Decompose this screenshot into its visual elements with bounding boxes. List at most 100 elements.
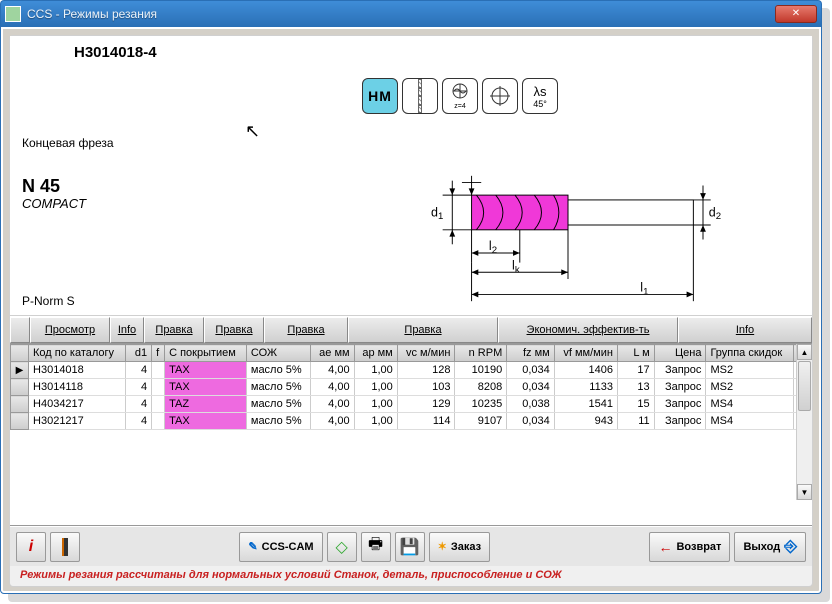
efficiency-button[interactable]: Экономич. эффектив-ть xyxy=(498,317,678,343)
cell-fz: 0,034 xyxy=(507,379,554,396)
cell-ap: 1,00 xyxy=(354,413,397,430)
cell-ae: 4,00 xyxy=(311,413,354,430)
cell-f xyxy=(152,379,165,396)
cell-ap: 1,00 xyxy=(354,396,397,413)
tool-diagram: d1 d2 l2 lk xyxy=(418,171,718,306)
print-button[interactable]: 🖶 xyxy=(361,532,391,562)
cursor-icon: ↖ xyxy=(245,121,260,142)
cell-vc: 129 xyxy=(397,396,455,413)
cell-L: 15 xyxy=(617,396,654,413)
cell-f xyxy=(152,362,165,379)
norm-label: P-Norm S xyxy=(22,294,75,308)
scroll-thumb[interactable] xyxy=(798,361,811,411)
cell-L: 17 xyxy=(617,362,654,379)
edit-button-4[interactable]: Правка xyxy=(348,317,498,343)
toolbar: i ✎CCS-CAM ◇ 🖶 💾 ✶Заказ ←Возврат Выход⎆ xyxy=(10,526,812,566)
cell-ae: 4,00 xyxy=(311,379,354,396)
cell-group: MS4 xyxy=(706,396,793,413)
col-f[interactable]: f xyxy=(152,345,165,362)
product-id: H3014018-4 xyxy=(74,44,798,61)
helix-angle: 45° xyxy=(533,99,547,109)
cell-d1: 4 xyxy=(126,379,152,396)
vertical-scrollbar[interactable]: ▲ ▼ xyxy=(796,344,812,500)
icon-row: HM z=4 λs 45° xyxy=(362,78,558,114)
cell-vc: 103 xyxy=(397,379,455,396)
scroll-down-button[interactable]: ▼ xyxy=(797,484,812,500)
col-d1[interactable]: d1 xyxy=(126,345,152,362)
data-table-wrap: Код по каталогу d1 f С покрытием СОЖ ae … xyxy=(10,344,812,526)
document-button[interactable]: ◇ xyxy=(327,532,357,562)
info-button[interactable]: Info xyxy=(110,317,144,343)
cell-vf: 1541 xyxy=(554,396,617,413)
close-button[interactable]: ✕ xyxy=(775,5,817,23)
back-button[interactable]: ←Возврат xyxy=(649,532,730,562)
cell-n: 10190 xyxy=(455,362,507,379)
scroll-up-button[interactable]: ▲ xyxy=(797,344,812,360)
about-button[interactable]: i xyxy=(16,532,46,562)
cell-ae: 4,00 xyxy=(311,362,354,379)
edit-button-1[interactable]: Правка xyxy=(144,317,204,343)
cell-ap: 1,00 xyxy=(354,379,397,396)
cell-fz: 0,034 xyxy=(507,413,554,430)
cell-code: H3014018 xyxy=(29,362,126,379)
ccs-cam-button[interactable]: ✎CCS-CAM xyxy=(239,532,322,562)
cell-cool: масло 5% xyxy=(246,379,311,396)
col-n[interactable]: n RPM xyxy=(455,345,507,362)
col-ae[interactable]: ae мм xyxy=(311,345,354,362)
col-L[interactable]: L м xyxy=(617,345,654,362)
col-vf[interactable]: vf мм/мин xyxy=(554,345,617,362)
z-count: z=4 xyxy=(454,103,465,110)
cell-price: Запрос xyxy=(654,396,706,413)
cell-coat: TAX xyxy=(165,413,247,430)
window-title: CCS - Режимы резания xyxy=(27,7,775,21)
col-vc[interactable]: vc м/мин xyxy=(397,345,455,362)
content: H3014018-4 ↖ HM z=4 λs 45° xyxy=(9,35,813,587)
cell-d1: 4 xyxy=(126,362,152,379)
cell-ae: 4,00 xyxy=(311,396,354,413)
table-row[interactable]: H40342174TAZмасло 5%4,001,00129102350,03… xyxy=(11,396,812,413)
row-header-gap xyxy=(10,317,30,343)
col-code[interactable]: Код по каталогу xyxy=(29,345,126,362)
cell-cool: масло 5% xyxy=(246,362,311,379)
info-panel: H3014018-4 ↖ HM z=4 λs 45° xyxy=(10,36,812,316)
helix-icon: λs 45° xyxy=(522,78,558,114)
col-price[interactable]: Цена xyxy=(654,345,706,362)
row-selector[interactable] xyxy=(11,413,29,430)
data-table: Код по каталогу d1 f С покрытием СОЖ ae … xyxy=(10,344,812,430)
table-row[interactable]: H30141184TAXмасло 5%4,001,0010382080,034… xyxy=(11,379,812,396)
col-ap[interactable]: ap мм xyxy=(354,345,397,362)
col-group[interactable]: Группа скидок xyxy=(706,345,793,362)
cell-price: Запрос xyxy=(654,379,706,396)
cell-group: MS2 xyxy=(706,362,793,379)
table-row[interactable]: ▶H30140184TAXмасло 5%4,001,00128101900,0… xyxy=(11,362,812,379)
cell-f xyxy=(152,396,165,413)
cell-coat: TAZ xyxy=(165,396,247,413)
catalog-button[interactable] xyxy=(50,532,80,562)
save-button[interactable]: 💾 xyxy=(395,532,425,562)
col-coat[interactable]: С покрытием xyxy=(165,345,247,362)
order-button[interactable]: ✶Заказ xyxy=(429,532,490,562)
tolerance-icon xyxy=(482,78,518,114)
info-button-2[interactable]: Info xyxy=(678,317,812,343)
row-selector[interactable] xyxy=(11,396,29,413)
cell-ap: 1,00 xyxy=(354,362,397,379)
table-row[interactable]: H30212174TAXмасло 5%4,001,0011491070,034… xyxy=(11,413,812,430)
view-button[interactable]: Просмотр xyxy=(30,317,110,343)
cell-f xyxy=(152,413,165,430)
cell-coat: TAX xyxy=(165,362,247,379)
col-fz[interactable]: fz мм xyxy=(507,345,554,362)
frame: H3014018-4 ↖ HM z=4 λs 45° xyxy=(1,27,821,593)
series-label: N 45 xyxy=(22,176,60,197)
col-cool[interactable]: СОЖ xyxy=(246,345,311,362)
edit-button-2[interactable]: Правка xyxy=(204,317,264,343)
titlebar: CCS - Режимы резания ✕ xyxy=(1,1,821,27)
cell-code: H4034217 xyxy=(29,396,126,413)
material-icon: HM xyxy=(362,78,398,114)
row-selector[interactable] xyxy=(11,379,29,396)
cell-vf: 1406 xyxy=(554,362,617,379)
flute-icon xyxy=(402,78,438,114)
exit-button[interactable]: Выход⎆ xyxy=(734,532,806,562)
action-bar: Просмотр Info Правка Правка Правка Правк… xyxy=(10,316,812,344)
row-selector[interactable]: ▶ xyxy=(11,362,29,379)
edit-button-3[interactable]: Правка xyxy=(264,317,348,343)
